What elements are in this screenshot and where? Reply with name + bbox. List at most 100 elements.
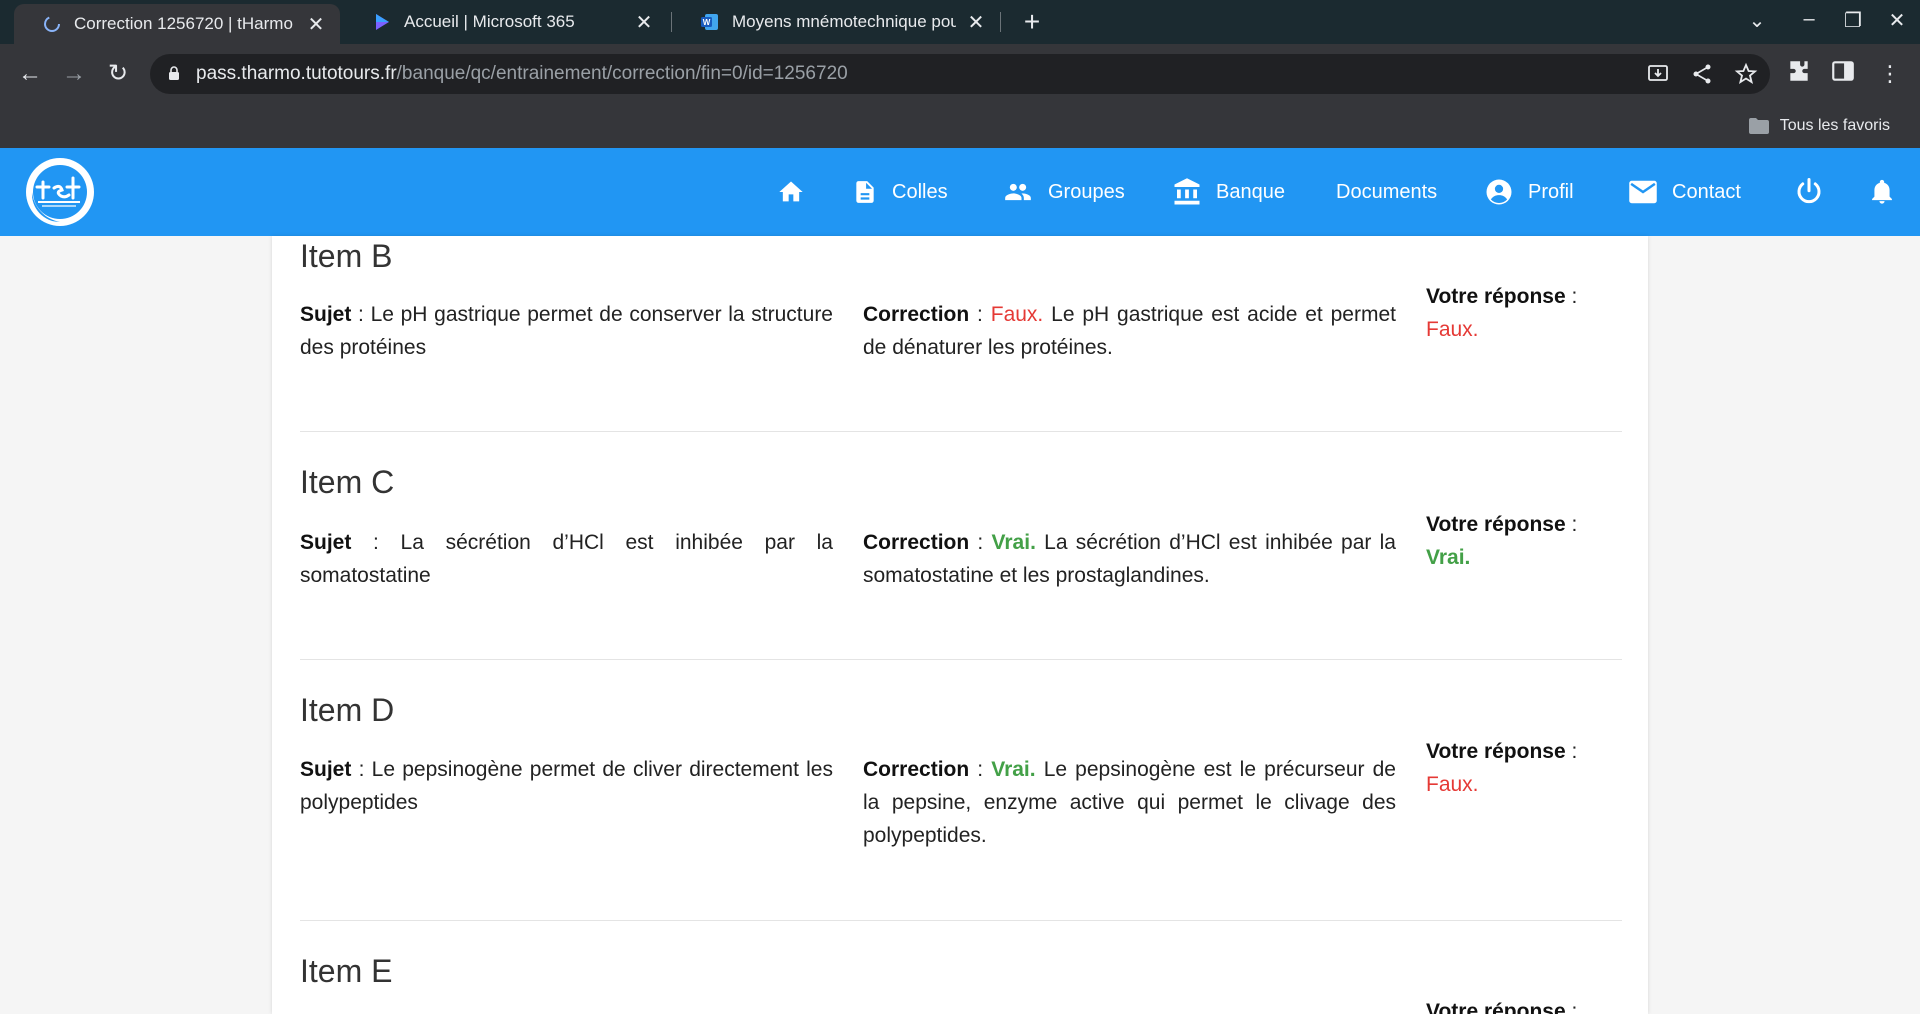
- reponse-label: Votre réponse: [1426, 285, 1566, 308]
- sujet-label: Sujet: [300, 303, 352, 326]
- browser-toolbar: ← → ↻ pass.tharmo.tutotours.fr/banque/qc…: [0, 44, 1920, 104]
- sujet-text: Le pH gastrique permet de conserver la s…: [300, 303, 833, 359]
- correction-verdict: Vrai.: [991, 758, 1036, 781]
- account-circle-icon: [1486, 179, 1512, 205]
- lock-icon: [169, 66, 179, 80]
- bookmarks-bar: Tous les favoris: [0, 104, 1920, 148]
- item-sujet: Sujet : Le pH gastrique permet de conser…: [300, 303, 833, 359]
- item-card: Item B Sujet : Le pH gastrique permet de…: [300, 236, 1622, 359]
- extensions-icon[interactable]: [1786, 58, 1812, 84]
- close-tab-icon[interactable]: ✕: [966, 10, 986, 35]
- nav-label: Documents: [1336, 180, 1438, 203]
- all-bookmarks-button[interactable]: Tous les favoris: [1748, 112, 1890, 140]
- nav-banque[interactable]: Banque: [1172, 148, 1285, 236]
- minimize-icon[interactable]: –: [1794, 8, 1824, 31]
- item-title: Item B: [300, 238, 393, 274]
- nav-label: Contact: [1672, 180, 1741, 203]
- sujet-label: Sujet: [300, 758, 352, 781]
- nav-documents[interactable]: Documents: [1336, 148, 1437, 236]
- bookmark-star-icon[interactable]: [1734, 62, 1758, 86]
- tab-word[interactable]: W Moyens mnémotechnique pour ✕: [672, 0, 1000, 44]
- item-reponse: Votre réponse :: [1426, 995, 1626, 1014]
- item-title: Item E: [300, 953, 393, 989]
- svg-text:W: W: [703, 18, 711, 27]
- item-correction: Correction : Vrai. Le pepsinogène est le…: [863, 758, 1396, 847]
- tab-microsoft365[interactable]: Accueil | Microsoft 365 ✕: [344, 0, 668, 44]
- item-sujet: Sujet : Le pepsinogène permet de cliver …: [300, 758, 833, 814]
- sujet-text: La sécrétion d’HCl est inhibée par la so…: [300, 531, 833, 587]
- install-app-icon[interactable]: [1646, 62, 1670, 86]
- bell-icon: [1872, 179, 1892, 204]
- tab-search-icon[interactable]: ⌄: [1742, 8, 1772, 33]
- item-correction: Correction : Faux. Le pH gastrique est a…: [863, 303, 1396, 359]
- divider: [300, 920, 1622, 921]
- item-card: Item D Sujet : Le pepsinogène permet de …: [300, 690, 1622, 847]
- correction-label: Correction: [863, 758, 970, 781]
- back-icon[interactable]: ←: [14, 58, 46, 90]
- mail-icon: [1629, 180, 1657, 204]
- nav-colles[interactable]: Colles: [852, 148, 948, 236]
- reponse-label: Votre réponse: [1426, 740, 1566, 763]
- sujet-text: Le pepsinogène permet de cliver directem…: [300, 758, 833, 814]
- nav-profil[interactable]: Profil: [1484, 148, 1574, 236]
- tab-strip: Correction 1256720 | tHarmo ✕ Accueil | …: [0, 0, 1920, 44]
- power-icon: [1797, 178, 1821, 204]
- url-text: pass.tharmo.tutotours.fr/banque/qc/entra…: [196, 63, 848, 84]
- item-title: Item D: [300, 692, 395, 728]
- tab-title: Moyens mnémotechnique pour: [732, 12, 956, 31]
- nav-home[interactable]: [776, 148, 820, 236]
- divider: [300, 431, 1622, 432]
- tab-title: Correction 1256720 | tHarmo: [74, 14, 293, 33]
- logout-button[interactable]: [1794, 148, 1838, 236]
- reponse-value: Faux.: [1426, 773, 1479, 796]
- restore-icon[interactable]: ❐: [1838, 8, 1868, 33]
- microsoft365-icon: [376, 14, 389, 30]
- item-sujet: Sujet : La sécrétion d’HCl est inhibée p…: [300, 531, 833, 587]
- loading-icon: [44, 16, 60, 32]
- document-icon: [856, 181, 874, 203]
- item-reponse: Votre réponse : Faux.: [1426, 285, 1578, 341]
- nav-label: Profil: [1528, 180, 1574, 203]
- folder-icon: [1748, 118, 1769, 134]
- reponse-label: Votre réponse: [1426, 513, 1566, 536]
- forward-icon[interactable]: →: [58, 58, 90, 90]
- close-tab-icon[interactable]: ✕: [634, 10, 654, 35]
- tab-separator: [1000, 12, 1001, 32]
- item-card: Item C Sujet : La sécrétion d’HCl est in…: [300, 462, 1622, 587]
- correction-label: Correction: [863, 531, 970, 554]
- correction-verdict: Vrai.: [991, 531, 1036, 554]
- share-icon[interactable]: [1690, 62, 1714, 86]
- item-card: Item E Votre réponse :: [300, 951, 1622, 1014]
- people-icon: [1005, 183, 1031, 201]
- close-window-icon[interactable]: ✕: [1882, 8, 1912, 33]
- reponse-value: Faux.: [1426, 318, 1479, 341]
- item-correction: Correction : Vrai. La sécrétion d’HCl es…: [863, 531, 1396, 587]
- item-title: Item C: [300, 464, 395, 500]
- close-tab-icon[interactable]: ✕: [306, 12, 326, 37]
- new-tab-button[interactable]: +: [1016, 6, 1048, 38]
- tst-logo[interactable]: [20, 154, 100, 230]
- nav-contact[interactable]: Contact: [1628, 148, 1741, 236]
- tab-tharmo[interactable]: Correction 1256720 | tHarmo ✕: [14, 4, 340, 44]
- nav-label: Colles: [892, 180, 948, 203]
- notifications-button[interactable]: [1868, 148, 1910, 236]
- sujet-label: Sujet: [300, 531, 352, 554]
- side-panel-icon[interactable]: [1830, 58, 1856, 84]
- correction-verdict: Faux.: [990, 303, 1044, 326]
- reponse-value: Vrai.: [1426, 546, 1471, 569]
- nav-label: Banque: [1216, 180, 1285, 203]
- nav-label: Groupes: [1048, 180, 1125, 203]
- tab-title: Accueil | Microsoft 365: [404, 12, 575, 31]
- reload-icon[interactable]: ↻: [102, 58, 134, 90]
- home-icon: [779, 181, 803, 202]
- correction-panel: Item B Sujet : Le pH gastrique permet de…: [272, 236, 1648, 1014]
- site-navbar: Colles Groupes Banque Documents Profil C…: [0, 148, 1920, 236]
- correction-label: Correction: [863, 303, 970, 326]
- item-reponse: Votre réponse : Vrai.: [1426, 513, 1578, 569]
- item-reponse: Votre réponse : Faux.: [1426, 740, 1578, 796]
- nav-groupes[interactable]: Groupes: [1002, 148, 1125, 236]
- bank-icon: [1174, 178, 1200, 205]
- menu-icon[interactable]: ⋮: [1874, 58, 1906, 90]
- address-bar[interactable]: pass.tharmo.tutotours.fr/banque/qc/entra…: [150, 54, 1770, 94]
- reponse-label: Votre réponse: [1426, 1000, 1566, 1014]
